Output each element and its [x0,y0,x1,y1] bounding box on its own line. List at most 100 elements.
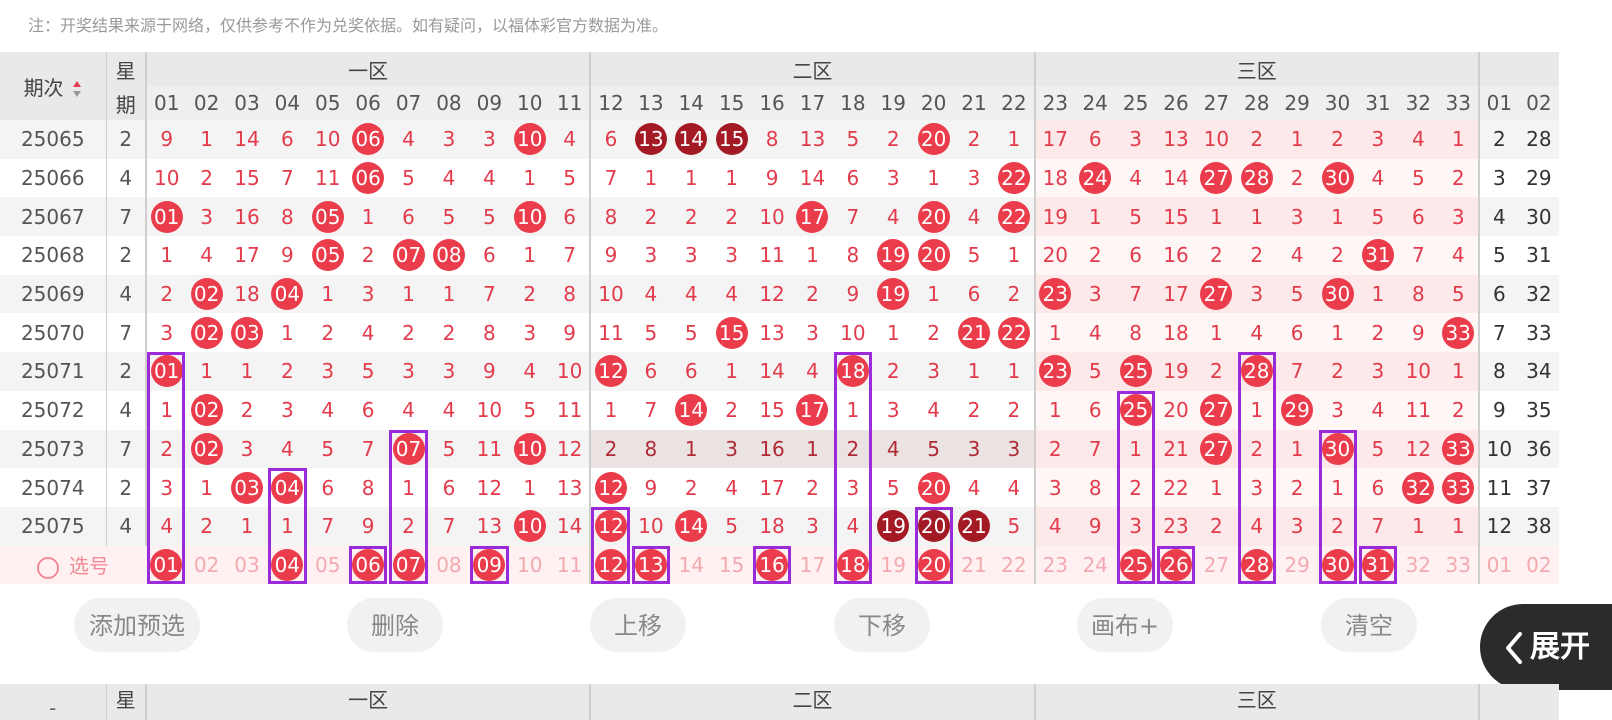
miss-count: 13 [549,468,591,507]
table-row: 25067 7 01 3 16 8 05 1 6 5 5 10 6 8 2 2 2 10 17 7 4 20 4 22 19 1 5… [0,197,1559,237]
miss-count: 2 [509,274,550,314]
drawn-ball: 17 [792,390,833,430]
miss-count: 1 [792,236,833,275]
ball-number: 12 [594,510,627,543]
move-up-button[interactable]: 上移 [590,598,686,652]
ball-number: 05 [311,200,344,233]
miss-count: 3 [1074,274,1116,314]
miss-count: 4 [428,390,470,430]
blue-miss-count: 12 [1477,506,1519,546]
action-bar: 添加预选 删除 上移 下移 画布+ 清空 [0,596,1612,656]
red-number-header: 09 [469,86,510,120]
miss-count: 2 [1357,313,1399,353]
selected-number[interactable]: 09 [469,545,510,585]
selectable-number[interactable]: 02 [186,545,227,585]
selectable-number[interactable]: 32 [1398,545,1439,585]
canvas-plus-button[interactable]: 画布+ [1077,598,1173,652]
selected-number[interactable]: 30 [1317,545,1358,585]
drawn-ball: 10 [509,197,550,237]
ball-number: 33 [1442,471,1475,504]
selectable-number[interactable]: 17 [792,545,833,585]
selectable-number[interactable]: 05 [307,545,348,585]
selectable-number[interactable]: 14 [671,545,712,585]
miss-count: 6 [589,120,631,159]
miss-count: 2 [186,506,227,546]
drawn-ball: 18 [832,352,874,391]
miss-count: 3 [1357,352,1399,391]
drawn-ball: 03 [226,468,268,507]
miss-count: 1 [509,468,550,507]
ball-number: 06 [352,123,385,156]
drawn-ball: 23 [1033,274,1075,314]
drawn-ball: 13 [630,120,672,159]
miss-count: 1 [146,390,187,430]
selectable-blue-number[interactable]: 01 [1477,545,1519,585]
selected-ball: 25 [1119,548,1152,581]
period-header[interactable]: 期次 [0,52,106,120]
miss-count: 1 [913,274,954,314]
miss-count: 2 [1438,158,1479,198]
selectable-number[interactable]: 19 [873,545,914,585]
selected-ball: 04 [271,548,304,581]
miss-count: 6 [469,236,510,275]
selectable-number[interactable]: 08 [428,545,470,585]
selected-number[interactable]: 25 [1115,545,1156,585]
selectable-number[interactable]: 21 [953,545,995,585]
issue-number: 25069 [0,274,106,314]
ball-number: 14 [675,123,708,156]
miss-count: 6 [832,158,874,198]
selected-number[interactable]: 12 [589,545,631,585]
selected-number[interactable]: 18 [832,545,874,585]
selected-number[interactable]: 07 [388,545,429,585]
ball-number: 20 [917,471,950,504]
miss-count: 11 [589,313,631,353]
expand-button[interactable]: 展开 [1480,604,1612,690]
miss-count: 6 [1357,468,1399,507]
clear-button[interactable]: 清空 [1321,598,1417,652]
miss-count: 2 [1317,352,1358,391]
selectable-number[interactable]: 03 [226,545,268,585]
selected-number[interactable]: 06 [347,545,389,585]
ball-number: 32 [1402,471,1435,504]
selectable-number[interactable]: 11 [549,545,591,585]
miss-count: 4 [549,120,591,159]
selected-number[interactable]: 01 [146,545,187,585]
miss-count: 3 [832,468,874,507]
select-toggle[interactable]: 选号 [0,545,146,585]
selectable-number[interactable]: 10 [509,545,550,585]
selected-number[interactable]: 31 [1357,545,1399,585]
repeated-zone-1-header: 一区 [146,684,591,720]
drawn-ball: 19 [873,236,914,275]
issue-number: 25068 [0,236,106,275]
red-number-header: 28 [1236,86,1277,120]
red-number-header: 32 [1398,86,1439,120]
selectable-number[interactable]: 33 [1438,545,1479,585]
selectable-number[interactable]: 24 [1074,545,1116,585]
red-number-header: 27 [1196,86,1237,120]
ball-number: 27 [1200,394,1233,427]
miss-count: 8 [630,429,672,469]
selected-number[interactable]: 28 [1236,545,1277,585]
selected-number[interactable]: 20 [913,545,954,585]
miss-count: 3 [307,352,348,391]
selectable-blue-number[interactable]: 02 [1518,545,1559,585]
miss-count: 2 [1276,468,1318,507]
miss-count: 1 [671,429,712,469]
add-preselect-button[interactable]: 添加预选 [74,598,200,652]
selectable-number[interactable]: 23 [1033,545,1075,585]
selectable-number[interactable]: 15 [711,545,752,585]
ball-number: 05 [311,239,344,272]
selectable-number[interactable]: 27 [1196,545,1237,585]
delete-button[interactable]: 删除 [347,598,443,652]
selected-number[interactable]: 13 [630,545,672,585]
selected-number[interactable]: 16 [751,545,793,585]
selectable-number[interactable]: 22 [994,545,1035,585]
move-down-button[interactable]: 下移 [834,598,930,652]
ball-number: 02 [190,394,223,427]
selectable-number[interactable]: 29 [1276,545,1318,585]
selected-number[interactable]: 26 [1155,545,1197,585]
miss-count: 1 [1357,274,1399,314]
miss-count: 3 [1276,197,1318,237]
table-row: 25068 2 1 4 17 9 05 2 07 08 6 1 7 9 3 3 3 11 1 8 19 20 5 1 20 2 6 1… [0,236,1559,275]
selected-number[interactable]: 04 [267,545,308,585]
